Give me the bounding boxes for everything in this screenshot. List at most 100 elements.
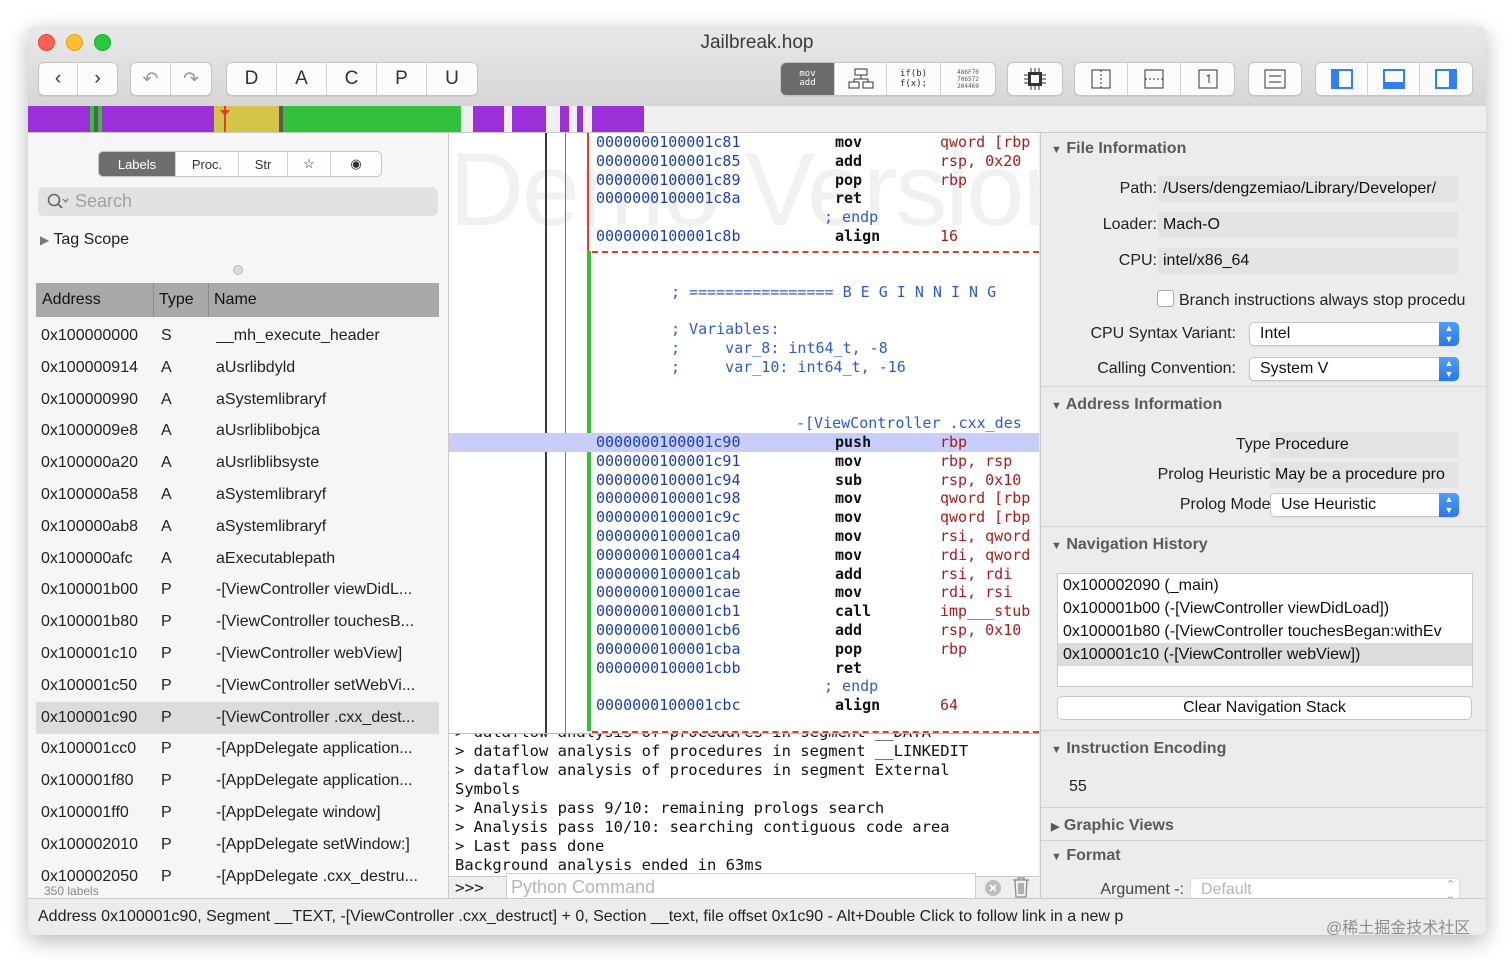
toggle-bottom-pane-button[interactable] [1368,63,1420,95]
path-field[interactable]: /Users/dengzemiao/Library/Developer/ [1158,176,1458,202]
table-row[interactable]: 0x100001b80 P -[ViewController touchesB... [36,606,439,638]
history-item[interactable]: 0x100001b00 (-[ViewController viewDidLoa… [1058,597,1472,620]
tab-labels[interactable]: Labels [99,152,176,176]
code-line[interactable]: 0000000100001c98 mov qword [rbp [449,489,1039,508]
table-row[interactable]: 0x100001cc0 P -[AppDelegate application... [36,733,439,765]
splitter-handle[interactable] [233,265,243,275]
column-address[interactable]: Address [42,291,101,309]
undo-button[interactable]: ↶ [131,63,171,95]
table-row[interactable]: 0x100000000 S __mh_execute_header [36,320,439,352]
table-row[interactable]: 0x100001c10 P -[ViewController webView] [36,638,439,670]
hex-view-button[interactable]: 486F70 706572 204469 [941,63,995,95]
tag-scope-disclosure[interactable]: ▶ Tag Scope [40,231,129,249]
code-line[interactable]: 0000000100001cab add rsi, rdi [449,565,1039,584]
history-item[interactable]: 0x100001c10 (-[ViewController webView]) [1058,643,1472,666]
code-line[interactable]: 0000000100001cbb ret [449,659,1039,678]
code-comment-line[interactable]: ; Variables: [449,320,1039,339]
code-line[interactable]: 0000000100001cb6 add rsp, 0x10 [449,621,1039,640]
single-view-button[interactable] [1181,63,1234,95]
toggle-left-pane-button[interactable] [1316,63,1368,95]
column-view-button[interactable] [1075,63,1128,95]
code-comment-line[interactable]: ; var_8: int64_t, -8 [449,339,1039,358]
cpu-button[interactable] [1008,63,1062,95]
assembly-view[interactable]: Demo Version 0000000100001c81 mov qword [r… [449,133,1039,733]
loader-field[interactable]: Mach-O [1158,212,1458,238]
python-command-input[interactable]: Python Command [506,873,976,901]
code-line[interactable]: 0000000100001ca0 mov rsi, qword [449,527,1039,546]
instruction-encoding-header[interactable]: ▼ Instruction Encoding [1051,740,1226,758]
mode-procedure-button[interactable]: P [377,63,427,95]
code-comment-line[interactable]: ; ================ B E G I N N I N G [449,283,1039,302]
code-line[interactable]: 0000000100001c89 pop rbp [449,171,1039,190]
mode-ascii-button[interactable]: A [277,63,327,95]
history-item[interactable]: 0x100001b80 (-[ViewController touchesBeg… [1058,620,1472,643]
table-row[interactable]: 0x100000a58 AaSystemlibraryf [36,479,439,511]
table-row[interactable]: 0x100000afc AaExecutablepath [36,543,439,575]
table-row[interactable]: 0x100000990 AaSystemlibraryf [36,384,439,416]
history-item[interactable]: 0x100002090 (_main) [1058,574,1472,597]
search-field[interactable]: Search [38,187,438,216]
code-comment-line[interactable]: ; endp [449,208,1039,227]
clear-navigation-stack-button[interactable]: Clear Navigation Stack [1057,696,1472,720]
table-row[interactable]: 0x100001c50 P -[ViewController setWebVi... [36,670,439,702]
mode-data-button[interactable]: D [227,63,277,95]
table-row[interactable]: 0x100001f80 P -[AppDelegate application... [36,765,439,797]
pseudocode-view-button[interactable]: if(b) f(x); [887,63,941,95]
tab-strings[interactable]: Str [239,152,288,176]
table-row[interactable]: 0x100001b00 P -[ViewController viewDidL... [36,574,439,606]
type-field[interactable]: Procedure [1270,432,1458,458]
table-row[interactable]: 0x100001c90 P -[ViewController .cxx_dest..… [36,701,439,734]
cfg-view-button[interactable] [835,63,887,95]
table-row[interactable]: 0x100000ab8 AaSystemlibraryf [36,511,439,543]
address-information-header[interactable]: ▼ Address Information [1051,396,1222,414]
branch-stop-checkbox[interactable]: Branch instructions always stop procedu [1157,290,1465,310]
trash-icon[interactable] [1011,876,1031,898]
code-line[interactable]: 0000000100001c85 add rsp, 0x20 [449,152,1039,171]
code-line[interactable]: 0000000100001cb1 call imp___stub [449,602,1039,621]
mode-undefined-button[interactable]: U [427,63,477,95]
code-line[interactable]: 0000000100001c94 sub rsp, 0x10 [449,471,1039,490]
redo-button[interactable]: ↷ [171,63,211,95]
forward-button[interactable]: › [78,63,117,95]
code-line[interactable]: 0000000100001c81 mov qword [rbp [449,133,1039,152]
mode-code-button[interactable]: C [327,63,377,95]
table-row[interactable]: 0x100002010 P -[AppDelegate setWindow:] [36,829,439,861]
code-comment-line[interactable]: ; var_10: int64_t, -16 [449,358,1039,377]
tab-tags[interactable]: ◉ [331,152,381,176]
argument-popup[interactable]: Default ⌃ ⌄ [1190,878,1460,898]
cpu-field[interactable]: intel/x86_64 [1158,248,1458,274]
back-button[interactable]: ‹ [39,63,78,95]
code-comment-line[interactable]: -[ViewController .cxx_des [449,414,1039,433]
table-row[interactable]: 0x100000914 AaUsrlibdyld [36,352,439,384]
code-line[interactable]: 0000000100001c8a ret [449,189,1039,208]
code-line[interactable]: 0000000100001cae mov rdi, rsi [449,583,1039,602]
convention-popup[interactable]: System V ▲ ▼ [1249,357,1459,381]
format-header[interactable]: ▼ Format [1051,847,1121,865]
column-name[interactable]: Name [208,283,257,317]
navigation-history-header[interactable]: ▼ Navigation History [1051,536,1208,554]
column-type[interactable]: Type [153,283,194,317]
table-row[interactable]: 0x100000a20 AaUsrliblibsyste [36,447,439,479]
code-line[interactable]: 0000000100001cba pop rbp [449,640,1039,659]
table-row[interactable]: 0x1000009e8 AaUsrliblibobjca [36,415,439,447]
segment-navigation-bar[interactable] [28,106,1486,133]
table-row[interactable]: 0x100001ff0 P -[AppDelegate window] [36,797,439,829]
code-comment-line[interactable]: ; endp [449,677,1039,696]
graphic-views-header[interactable]: ▶ Graphic Views [1051,817,1174,835]
code-line[interactable]: 0000000100001cbc align 64 [449,696,1039,715]
assembly-view-button[interactable]: mov add [781,63,835,95]
file-information-header[interactable]: ▼ File Information [1051,140,1186,158]
code-line[interactable]: 0000000100001ca4 mov rdi, qword [449,546,1039,565]
code-line[interactable]: 0000000100001c91 mov rbp, rsp [449,452,1039,471]
heuristic-field[interactable]: May be a procedure pro [1270,462,1458,488]
prolog-mode-popup[interactable]: Use Heuristic ▲ ▼ [1270,493,1459,517]
code-line[interactable]: 0000000100001c90 push rbp [449,433,1039,452]
tab-procedures[interactable]: Proc. [176,152,239,176]
tab-bar-button[interactable] [1249,63,1301,95]
syntax-popup[interactable]: Intel ▲ ▼ [1249,322,1459,346]
code-line[interactable]: 0000000100001c8b align 16 [449,227,1039,246]
code-line[interactable]: 0000000100001c9c mov qword [rbp [449,508,1039,527]
clear-input-icon[interactable] [984,879,1002,897]
tab-bookmarks[interactable]: ☆ [288,152,331,176]
row-view-button[interactable] [1128,63,1181,95]
